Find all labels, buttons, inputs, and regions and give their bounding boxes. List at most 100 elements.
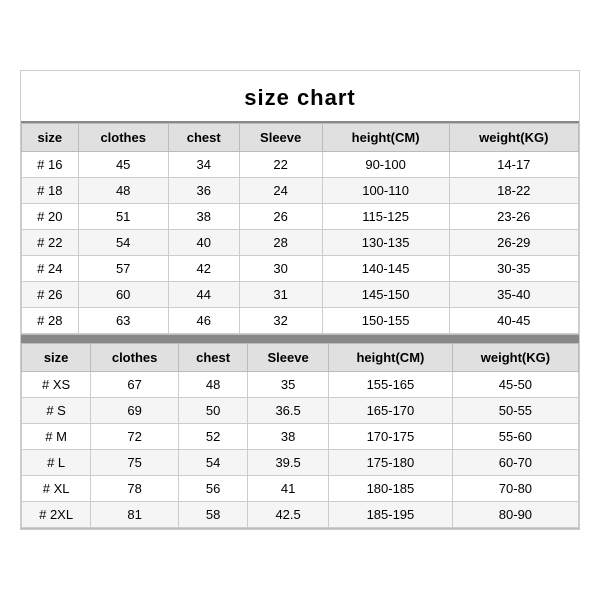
table-cell: 63 bbox=[78, 308, 168, 334]
table-cell: 170-175 bbox=[329, 424, 453, 450]
section1-table: sizeclotheschestSleeveheight(CM)weight(K… bbox=[21, 123, 579, 334]
table-cell: 36 bbox=[168, 178, 239, 204]
section1-body: # 1645342290-10014-17# 18483624100-11018… bbox=[22, 152, 579, 334]
table-cell: 52 bbox=[179, 424, 248, 450]
table-cell: 90-100 bbox=[322, 152, 449, 178]
table-cell: 48 bbox=[78, 178, 168, 204]
table-cell: # XS bbox=[22, 372, 91, 398]
section1-col-header: Sleeve bbox=[239, 124, 322, 152]
table-cell: 115-125 bbox=[322, 204, 449, 230]
table-row: # XS674835155-16545-50 bbox=[22, 372, 579, 398]
table-cell: 70-80 bbox=[452, 476, 578, 502]
size-chart-container: size chart sizeclotheschestSleeveheight(… bbox=[20, 70, 580, 530]
table-row: # 2XL815842.5185-19580-90 bbox=[22, 502, 579, 528]
section2-header: sizeclotheschestSleeveheight(CM)weight(K… bbox=[22, 344, 579, 372]
table-cell: 155-165 bbox=[329, 372, 453, 398]
table-row: # XL785641180-18570-80 bbox=[22, 476, 579, 502]
table-cell: 60 bbox=[78, 282, 168, 308]
table-cell: 180-185 bbox=[329, 476, 453, 502]
table-cell: 26-29 bbox=[449, 230, 578, 256]
table-row: # 24574230140-14530-35 bbox=[22, 256, 579, 282]
table-cell: 14-17 bbox=[449, 152, 578, 178]
table-cell: 38 bbox=[168, 204, 239, 230]
table-cell: 32 bbox=[239, 308, 322, 334]
table-cell: 45 bbox=[78, 152, 168, 178]
table-cell: 30 bbox=[239, 256, 322, 282]
table-cell: # M bbox=[22, 424, 91, 450]
table-cell: 40 bbox=[168, 230, 239, 256]
table-cell: 165-170 bbox=[329, 398, 453, 424]
table-cell: 26 bbox=[239, 204, 322, 230]
table-cell: 130-135 bbox=[322, 230, 449, 256]
table-row: # M725238170-17555-60 bbox=[22, 424, 579, 450]
table-cell: 39.5 bbox=[248, 450, 329, 476]
table-cell: 34 bbox=[168, 152, 239, 178]
table-cell: 38 bbox=[248, 424, 329, 450]
table-cell: # 28 bbox=[22, 308, 79, 334]
table-cell: # 26 bbox=[22, 282, 79, 308]
table-row: # 26604431145-15035-40 bbox=[22, 282, 579, 308]
section-divider bbox=[21, 335, 579, 343]
section1-col-header: size bbox=[22, 124, 79, 152]
section2-header-row: sizeclotheschestSleeveheight(CM)weight(K… bbox=[22, 344, 579, 372]
table-row: # S695036.5165-17050-55 bbox=[22, 398, 579, 424]
table-cell: 31 bbox=[239, 282, 322, 308]
table-cell: 28 bbox=[239, 230, 322, 256]
table-cell: 75 bbox=[91, 450, 179, 476]
table-cell: 54 bbox=[78, 230, 168, 256]
section2-table-wrapper: sizeclotheschestSleeveheight(CM)weight(K… bbox=[21, 343, 579, 529]
table-cell: 51 bbox=[78, 204, 168, 230]
section1-col-header: chest bbox=[168, 124, 239, 152]
table-cell: 55-60 bbox=[452, 424, 578, 450]
table-cell: 22 bbox=[239, 152, 322, 178]
table-cell: 30-35 bbox=[449, 256, 578, 282]
table-row: # 18483624100-11018-22 bbox=[22, 178, 579, 204]
table-cell: 145-150 bbox=[322, 282, 449, 308]
table-cell: 140-145 bbox=[322, 256, 449, 282]
table-cell: 23-26 bbox=[449, 204, 578, 230]
table-cell: 150-155 bbox=[322, 308, 449, 334]
table-cell: 58 bbox=[179, 502, 248, 528]
section2-col-header: weight(KG) bbox=[452, 344, 578, 372]
table-cell: # XL bbox=[22, 476, 91, 502]
table-cell: 41 bbox=[248, 476, 329, 502]
table-cell: 42.5 bbox=[248, 502, 329, 528]
table-cell: 100-110 bbox=[322, 178, 449, 204]
table-cell: 67 bbox=[91, 372, 179, 398]
section2-table: sizeclotheschestSleeveheight(CM)weight(K… bbox=[21, 343, 579, 528]
table-cell: 185-195 bbox=[329, 502, 453, 528]
section1-col-header: clothes bbox=[78, 124, 168, 152]
table-cell: 81 bbox=[91, 502, 179, 528]
section2-body: # XS674835155-16545-50# S695036.5165-170… bbox=[22, 372, 579, 528]
table-row: # 1645342290-10014-17 bbox=[22, 152, 579, 178]
table-cell: 78 bbox=[91, 476, 179, 502]
table-cell: # 18 bbox=[22, 178, 79, 204]
table-cell: 24 bbox=[239, 178, 322, 204]
table-cell: # 22 bbox=[22, 230, 79, 256]
table-cell: 175-180 bbox=[329, 450, 453, 476]
table-cell: 69 bbox=[91, 398, 179, 424]
table-cell: # S bbox=[22, 398, 91, 424]
table-cell: # 20 bbox=[22, 204, 79, 230]
table-cell: 48 bbox=[179, 372, 248, 398]
table-cell: 54 bbox=[179, 450, 248, 476]
table-row: # L755439.5175-18060-70 bbox=[22, 450, 579, 476]
table-cell: 35 bbox=[248, 372, 329, 398]
table-cell: 42 bbox=[168, 256, 239, 282]
table-cell: 36.5 bbox=[248, 398, 329, 424]
section1-table-wrapper: sizeclotheschestSleeveheight(CM)weight(K… bbox=[21, 123, 579, 335]
table-row: # 20513826115-12523-26 bbox=[22, 204, 579, 230]
table-cell: # L bbox=[22, 450, 91, 476]
table-cell: 40-45 bbox=[449, 308, 578, 334]
section2-col-header: height(CM) bbox=[329, 344, 453, 372]
table-cell: 57 bbox=[78, 256, 168, 282]
section1-header: sizeclotheschestSleeveheight(CM)weight(K… bbox=[22, 124, 579, 152]
table-cell: # 2XL bbox=[22, 502, 91, 528]
table-cell: 50-55 bbox=[452, 398, 578, 424]
table-cell: 72 bbox=[91, 424, 179, 450]
section1-col-header: height(CM) bbox=[322, 124, 449, 152]
chart-title: size chart bbox=[21, 71, 579, 123]
table-cell: 18-22 bbox=[449, 178, 578, 204]
section2-col-header: chest bbox=[179, 344, 248, 372]
table-cell: 56 bbox=[179, 476, 248, 502]
